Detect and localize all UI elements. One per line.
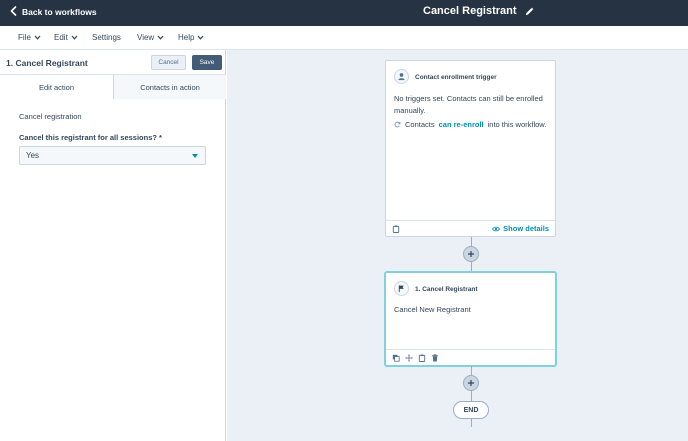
reenroll-suffix: into this workflow. bbox=[487, 120, 547, 129]
refresh-icon bbox=[394, 121, 401, 128]
back-label: Back to workflows bbox=[22, 7, 97, 17]
person-icon bbox=[394, 69, 409, 84]
trigger-card-footer: Show details bbox=[386, 220, 555, 236]
reenroll-line: Contacts can re-enroll into this workflo… bbox=[394, 120, 546, 129]
cancel-button[interactable]: Cancel bbox=[151, 55, 186, 70]
menu-help[interactable]: Help bbox=[178, 33, 204, 42]
pencil-icon[interactable] bbox=[525, 7, 534, 16]
cancel-registrant-action-card[interactable]: 1. Cancel Registrant Cancel New Registra… bbox=[385, 272, 556, 366]
menu-edit[interactable]: Edit bbox=[54, 33, 78, 42]
trigger-card-header: Contact enrollment trigger bbox=[415, 74, 497, 81]
menu-settings[interactable]: Settings bbox=[92, 33, 121, 42]
clipboard-icon[interactable] bbox=[418, 354, 426, 362]
menu-file[interactable]: File bbox=[18, 33, 41, 42]
action-card-header: 1. Cancel Registrant bbox=[415, 286, 478, 293]
menu-settings-label: Settings bbox=[92, 33, 121, 42]
end-node: END bbox=[453, 401, 489, 419]
chevron-down-icon bbox=[157, 35, 164, 40]
menu-view-label: View bbox=[137, 33, 155, 42]
panel-header: 1. Cancel Registrant Cancel Save bbox=[0, 50, 226, 75]
show-details-link[interactable]: Show details bbox=[492, 224, 549, 233]
caret-down-icon bbox=[192, 154, 198, 158]
plus-icon bbox=[468, 380, 474, 386]
move-icon[interactable] bbox=[405, 354, 413, 362]
add-action-button[interactable] bbox=[463, 246, 479, 262]
menu-bar: File Edit Settings View Help bbox=[0, 26, 688, 50]
plus-icon bbox=[468, 251, 474, 257]
action-type-label: Cancel registration bbox=[19, 112, 82, 121]
chevron-left-icon bbox=[10, 6, 17, 18]
workflow-canvas: Contact enrollment trigger No triggers s… bbox=[227, 50, 688, 441]
flag-icon bbox=[394, 281, 409, 296]
back-to-workflows-link[interactable]: Back to workflows bbox=[10, 6, 97, 18]
save-button[interactable]: Save bbox=[192, 55, 222, 70]
can-reenroll-link[interactable]: can re-enroll bbox=[439, 120, 484, 129]
connector-line bbox=[471, 419, 472, 427]
action-card-body: Cancel New Registrant bbox=[394, 305, 471, 314]
show-details-label: Show details bbox=[503, 224, 549, 233]
chevron-down-icon bbox=[71, 35, 78, 40]
eye-icon bbox=[492, 226, 501, 232]
copy-icon[interactable] bbox=[392, 354, 400, 362]
menu-view[interactable]: View bbox=[137, 33, 164, 42]
enrollment-trigger-card[interactable]: Contact enrollment trigger No triggers s… bbox=[385, 60, 556, 237]
menu-edit-label: Edit bbox=[54, 33, 68, 42]
chevron-down-icon bbox=[197, 35, 204, 40]
panel-title: 1. Cancel Registrant bbox=[6, 58, 88, 68]
cancel-all-sessions-label: Cancel this registrant for all sessions?… bbox=[19, 133, 162, 142]
tab-contacts-in-action[interactable]: Contacts in action bbox=[113, 75, 226, 99]
cancel-all-sessions-select[interactable]: Yes bbox=[19, 146, 206, 165]
clipboard-icon[interactable] bbox=[392, 225, 400, 233]
action-edit-panel: 1. Cancel Registrant Cancel Save Edit ac… bbox=[0, 50, 226, 441]
menu-file-label: File bbox=[18, 33, 31, 42]
menu-help-label: Help bbox=[178, 33, 195, 42]
chevron-down-icon bbox=[34, 35, 41, 40]
action-card-footer bbox=[386, 349, 555, 365]
tab-edit-action[interactable]: Edit action bbox=[0, 75, 113, 99]
workflow-title: Cancel Registrant bbox=[423, 5, 517, 17]
reenroll-prefix: Contacts bbox=[405, 120, 435, 129]
trigger-card-body: No triggers set. Contacts can still be e… bbox=[394, 94, 543, 115]
trash-icon[interactable] bbox=[431, 354, 439, 362]
workflow-title-area: Cancel Registrant bbox=[423, 5, 534, 17]
add-action-button[interactable] bbox=[463, 375, 479, 391]
top-bar: Back to workflows Cancel Registrant bbox=[0, 0, 688, 26]
panel-tabs: Edit action Contacts in action bbox=[0, 75, 226, 99]
select-value: Yes bbox=[26, 151, 40, 160]
